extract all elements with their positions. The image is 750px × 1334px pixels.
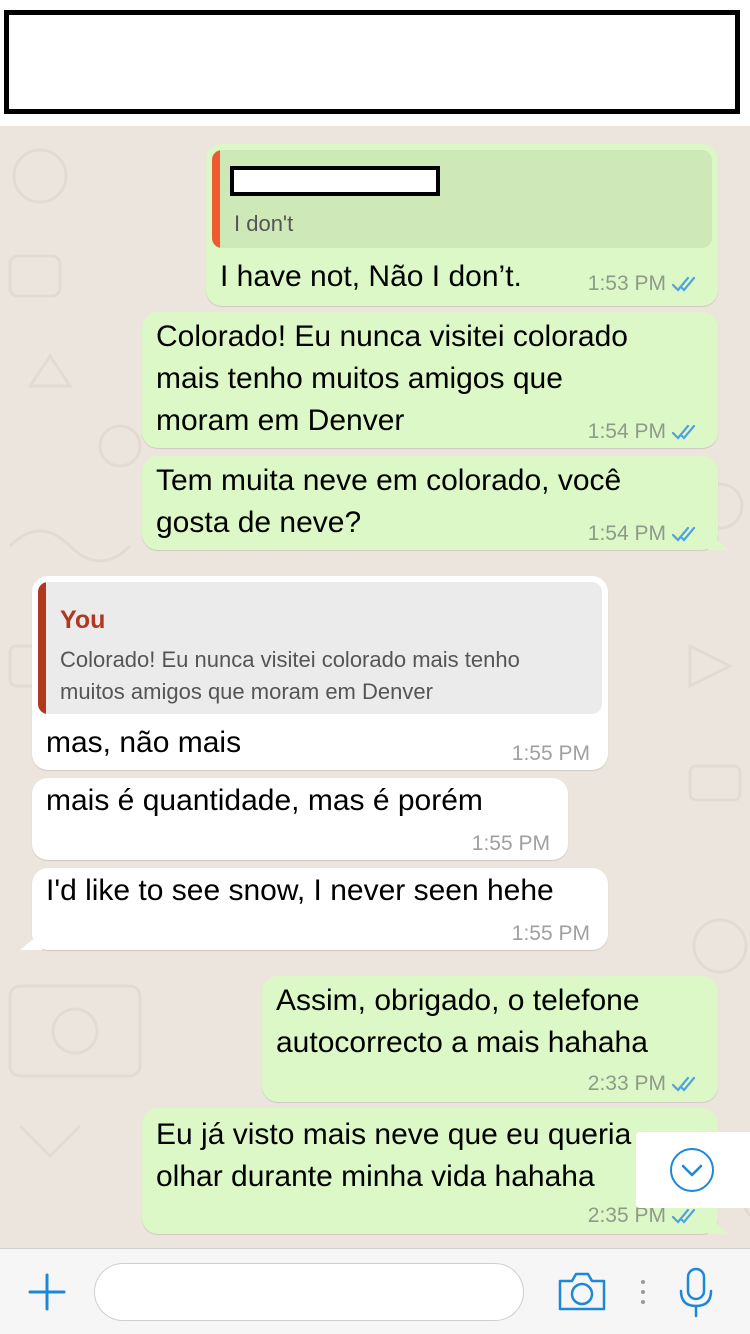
message-line: mais tenho muitos amigos que — [156, 362, 563, 395]
message-text: Assim, obrigado, o telefone autocorrecto… — [276, 980, 648, 1064]
chevron-down-icon — [670, 1148, 714, 1192]
message-line: Eu já visto mais neve que eu queria — [156, 1118, 632, 1151]
message-text: mas, não mais — [46, 726, 242, 759]
message-meta: 1:53 PM — [588, 272, 700, 296]
message-text: mais é quantidade, mas é porém — [46, 784, 483, 817]
chat-area[interactable]: I don't I have not, Não I don’t. 1:53 PM… — [0, 126, 750, 1248]
message-line: Colorado! Eu nunca visitei colorado — [156, 320, 628, 353]
message-text: Colorado! Eu nunca visitei colorado mais… — [156, 316, 628, 442]
message-bubble-outgoing[interactable]: Assim, obrigado, o telefone autocorrecto… — [262, 976, 718, 1102]
redacted-author — [230, 166, 440, 196]
message-bubble-outgoing[interactable]: I don't I have not, Não I don’t. 1:53 PM — [206, 144, 718, 306]
message-time: 1:54 PM — [587, 420, 666, 443]
double-check-icon — [672, 424, 696, 440]
message-text: I'd like to see snow, I never seen hehe — [46, 874, 554, 907]
double-check-icon — [672, 526, 696, 542]
message-line: autocorrecto a mais hahaha — [276, 1026, 648, 1059]
quoted-message[interactable]: You Colorado! Eu nunca visitei colorado … — [38, 582, 602, 714]
message-text: I have not, Não I don’t. — [220, 260, 522, 293]
message-bubble-incoming[interactable]: I'd like to see snow, I never seen hehe … — [20, 868, 608, 950]
message-meta: 1:54 PM — [588, 522, 700, 546]
message-time: 1:54 PM — [587, 522, 666, 545]
message-bubble-incoming[interactable]: mais é quantidade, mas é porém 1:55 PM — [32, 778, 568, 860]
message-time: 1:55 PM — [511, 742, 590, 765]
double-check-icon — [672, 276, 696, 292]
quote-text: Colorado! Eu nunca visitei colorado mais… — [60, 644, 520, 708]
message-meta: 1:54 PM — [588, 420, 700, 444]
microphone-icon — [679, 1267, 713, 1318]
message-bubble-outgoing[interactable]: Tem muita neve em colorado, você gosta d… — [142, 456, 728, 550]
quote-line: Colorado! Eu nunca visitei colorado mais… — [60, 647, 520, 672]
redacted-header — [4, 10, 740, 114]
plus-icon — [28, 1273, 66, 1311]
scroll-to-bottom-button[interactable] — [636, 1132, 750, 1208]
quote-bar — [38, 582, 46, 714]
message-line: gosta de neve? — [156, 506, 362, 539]
quoted-message[interactable]: I don't — [212, 150, 712, 248]
message-meta: 1:55 PM — [512, 922, 590, 946]
camera-icon — [558, 1272, 606, 1311]
voice-record-button[interactable] — [676, 1267, 716, 1319]
message-line: olhar durante minha vida hahaha — [156, 1160, 595, 1193]
message-time: 1:55 PM — [511, 922, 590, 945]
chat-header — [0, 0, 750, 126]
message-time: 1:53 PM — [587, 272, 666, 295]
message-text: Eu já visto mais neve que eu queria olha… — [156, 1114, 631, 1198]
message-input[interactable] — [94, 1263, 524, 1321]
quote-author: You — [60, 606, 106, 634]
message-meta: 1:55 PM — [472, 832, 550, 856]
message-time: 2:33 PM — [587, 1072, 666, 1095]
message-line: Assim, obrigado, o telefone — [276, 984, 640, 1017]
message-bubble-outgoing[interactable]: Colorado! Eu nunca visitei colorado mais… — [142, 312, 718, 448]
double-check-icon — [672, 1076, 696, 1092]
quote-bar — [212, 150, 220, 248]
quote-text: I don't — [234, 211, 294, 236]
composer-bar — [0, 1248, 750, 1334]
quote-line: muitos amigos que moram em Denver — [60, 679, 433, 704]
message-line: Tem muita neve em colorado, você — [156, 464, 622, 497]
message-text: Tem muita neve em colorado, você gosta d… — [156, 460, 621, 544]
message-meta: 1:55 PM — [512, 742, 590, 766]
message-line: moram em Denver — [156, 404, 405, 437]
message-bubble-outgoing[interactable]: Eu já visto mais neve que eu queria olha… — [142, 1108, 728, 1234]
message-bubble-incoming[interactable]: You Colorado! Eu nunca visitei colorado … — [32, 576, 608, 770]
more-dots-icon — [640, 1279, 646, 1305]
add-attachment-button[interactable] — [26, 1271, 68, 1313]
message-meta: 2:33 PM — [588, 1072, 700, 1096]
message-time: 1:55 PM — [471, 832, 550, 855]
camera-button[interactable] — [556, 1269, 608, 1313]
double-check-icon — [672, 1208, 696, 1224]
